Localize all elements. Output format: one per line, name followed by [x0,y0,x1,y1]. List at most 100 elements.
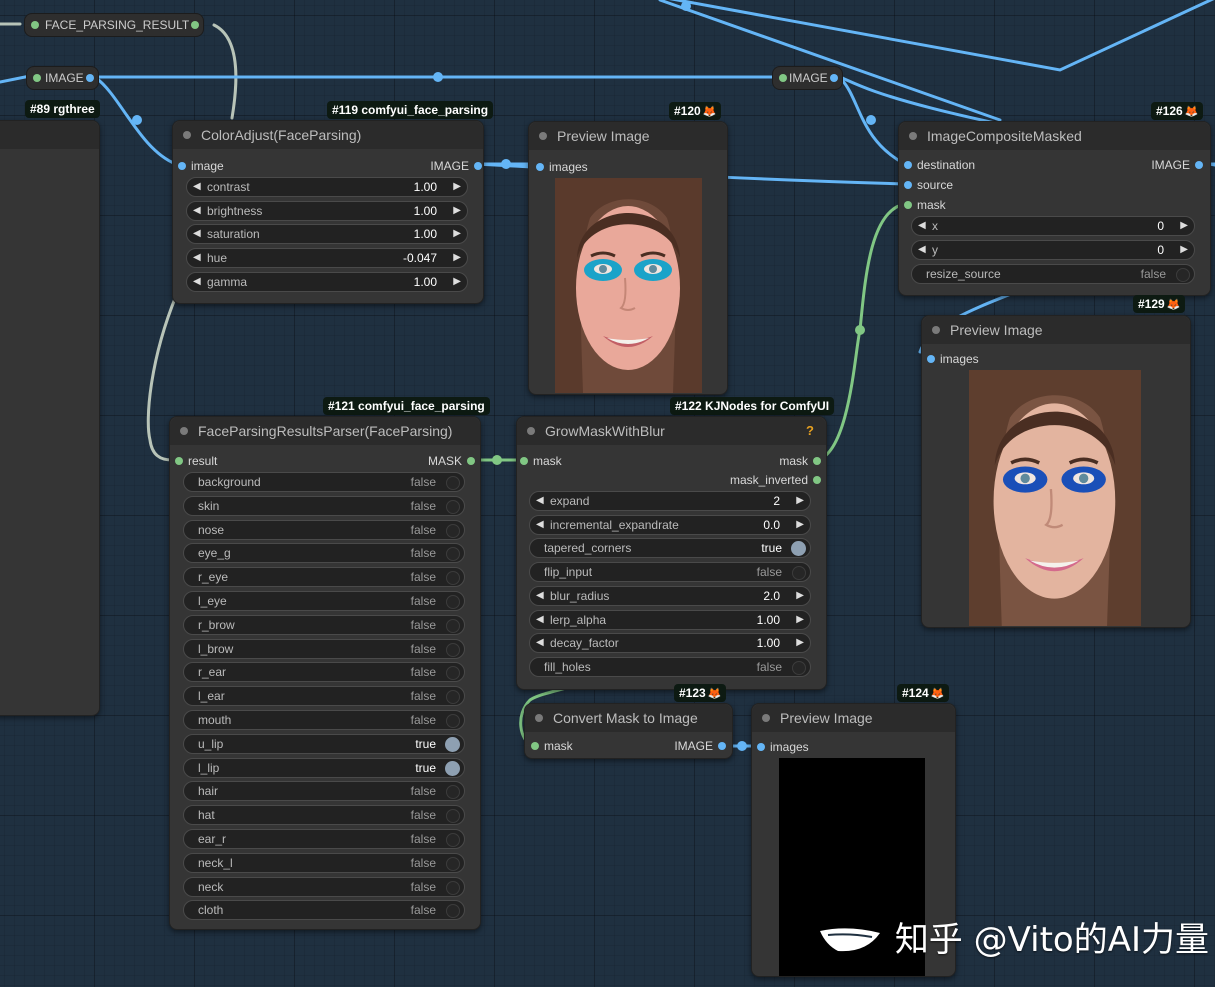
widget-toggle[interactable]: neck_l false [183,852,465,873]
node-grow-mask-with-blur[interactable]: GrowMaskWithBlur? mask mask mask_inverte… [516,416,827,690]
widget-number[interactable]: ◀ blur_radius 2.0 ▶ [529,585,811,606]
input-source[interactable]: source [904,176,953,194]
collapse-dot-icon[interactable] [535,714,543,722]
widget-toggle[interactable]: r_ear false [183,662,465,683]
increment-arrow-icon[interactable]: ▶ [796,516,804,534]
widget-toggle[interactable]: l_eye false [183,591,465,611]
increment-arrow-icon[interactable]: ▶ [796,634,804,652]
widget-toggle[interactable]: ear_r false [183,829,465,849]
input-images[interactable]: images [536,158,588,176]
widget-number[interactable]: ◀ incremental_expandrate 0.0 ▶ [529,514,811,535]
increment-arrow-icon[interactable]: ▶ [796,492,804,510]
input-result[interactable]: result [175,452,217,470]
widget-toggle[interactable]: r_eye false [183,567,465,588]
node-89-rgthree[interactable] [0,120,100,716]
node-title[interactable]: ColorAdjust(FaceParsing) [173,121,483,149]
widget-toggle[interactable]: skin false [183,495,465,516]
node-title[interactable]: GrowMaskWithBlur? [517,417,826,445]
increment-arrow-icon[interactable]: ▶ [453,273,461,291]
widget-toggle[interactable]: cloth false [183,900,465,921]
input-images[interactable]: images [757,738,809,756]
collapse-dot-icon[interactable] [527,427,535,435]
collapse-dot-icon[interactable] [762,714,770,722]
toggle-resize-source[interactable]: resize_source false [911,264,1195,284]
widget-y[interactable]: ◀ y 0 ▶ [911,240,1195,260]
node-image-composite-masked[interactable]: ImageCompositeMasked destination source … [898,121,1211,296]
widget-toggle[interactable]: tapered_corners true [529,538,811,559]
input-images[interactable]: images [927,350,979,368]
widget-toggle[interactable]: l_lip true [183,757,465,778]
input-mask[interactable]: mask [904,196,946,214]
output-image[interactable]: IMAGE [674,737,726,755]
node-title[interactable]: FaceParsingResultsParser(FaceParsing) [170,417,480,445]
node-preview-image-120[interactable]: Preview Image images [528,121,728,395]
widget-number[interactable]: ◀ lerp_alpha 1.00 ▶ [529,609,811,630]
decrement-arrow-icon[interactable]: ◀ [536,492,544,510]
widget-toggle[interactable]: l_ear false [183,686,465,707]
collapse-dot-icon[interactable] [180,427,188,435]
widget-toggle[interactable]: r_brow false [183,614,465,635]
node-convert-mask-to-image[interactable]: Convert Mask to Image mask IMAGE [524,703,733,759]
widget-toggle[interactable]: nose false [183,519,465,540]
increment-arrow-icon[interactable]: ▶ [453,178,461,196]
node-title[interactable]: Preview Image [922,316,1190,344]
decrement-arrow-icon[interactable]: ◀ [193,249,201,267]
widget-label: gamma [207,274,248,289]
widget-number[interactable]: ◀ expand 2 ▶ [529,491,811,511]
reroute-image-right[interactable]: IMAGE [772,66,843,90]
increment-arrow-icon[interactable]: ▶ [453,225,461,243]
collapse-dot-icon[interactable] [932,326,940,334]
widget-toggle[interactable]: l_brow false [183,638,465,659]
collapse-dot-icon[interactable] [909,132,917,140]
decrement-arrow-icon[interactable]: ◀ [536,634,544,652]
widget-number[interactable]: ◀ gamma 1.00 ▶ [186,271,468,292]
widget-toggle[interactable]: neck false [183,876,465,897]
output-image[interactable]: IMAGE [1151,156,1203,174]
decrement-arrow-icon[interactable]: ◀ [193,178,201,196]
collapse-dot-icon[interactable] [183,131,191,139]
widget-number[interactable]: ◀ brightness 1.00 ▶ [186,200,468,221]
widget-toggle[interactable]: hair false [183,781,465,802]
widget-x[interactable]: ◀ x 0 ▶ [911,216,1195,236]
node-preview-image-129[interactable]: Preview Image images [921,315,1191,628]
node-title[interactable]: Preview Image [752,704,955,732]
input-destination[interactable]: destination [904,156,975,174]
widget-number[interactable]: ◀ decay_factor 1.00 ▶ [529,633,811,654]
widget-toggle[interactable]: fill_holes false [529,656,811,677]
reroute-face-parsing-result[interactable]: FACE_PARSING_RESULT [24,13,205,37]
node-title[interactable]: Convert Mask to Image [525,704,732,732]
increment-arrow-icon[interactable]: ▶ [796,611,804,629]
widget-toggle[interactable]: background false [183,472,465,492]
input-image[interactable]: image [178,157,224,175]
widget-number[interactable]: ◀ hue -0.047 ▶ [186,248,468,269]
widget-toggle[interactable]: eye_g false [183,543,465,564]
input-mask[interactable]: mask [520,452,562,470]
increment-arrow-icon[interactable]: ▶ [453,249,461,267]
output-mask-inverted[interactable]: mask_inverted [730,471,821,489]
decrement-arrow-icon[interactable]: ◀ [536,516,544,534]
node-color-adjust[interactable]: ColorAdjust(FaceParsing) image IMAGE ◀ co… [172,120,484,304]
output-mask[interactable]: MASK [428,452,475,470]
increment-arrow-icon[interactable]: ▶ [796,587,804,605]
reroute-image-left[interactable]: IMAGE [26,66,99,90]
collapse-dot-icon[interactable] [539,132,547,140]
node-title[interactable]: ImageCompositeMasked [899,122,1210,150]
widget-toggle[interactable]: mouth false [183,710,465,730]
help-icon[interactable]: ? [806,417,814,445]
widget-number[interactable]: ◀ saturation 1.00 ▶ [186,224,468,245]
widget-toggle[interactable]: u_lip true [183,733,465,754]
widget-toggle[interactable]: hat false [183,805,465,826]
decrement-arrow-icon[interactable]: ◀ [193,225,201,243]
output-mask[interactable]: mask [779,452,821,470]
output-image[interactable]: IMAGE [430,157,482,175]
node-face-parsing-results-parser[interactable]: FaceParsingResultsParser(FaceParsing) re… [169,416,481,930]
decrement-arrow-icon[interactable]: ◀ [536,587,544,605]
widget-number[interactable]: ◀ contrast 1.00 ▶ [186,177,468,197]
increment-arrow-icon[interactable]: ▶ [453,202,461,220]
decrement-arrow-icon[interactable]: ◀ [193,273,201,291]
decrement-arrow-icon[interactable]: ◀ [193,202,201,220]
decrement-arrow-icon[interactable]: ◀ [536,611,544,629]
widget-toggle[interactable]: flip_input false [529,562,811,583]
input-mask[interactable]: mask [531,737,573,755]
node-title[interactable]: Preview Image [529,122,727,150]
